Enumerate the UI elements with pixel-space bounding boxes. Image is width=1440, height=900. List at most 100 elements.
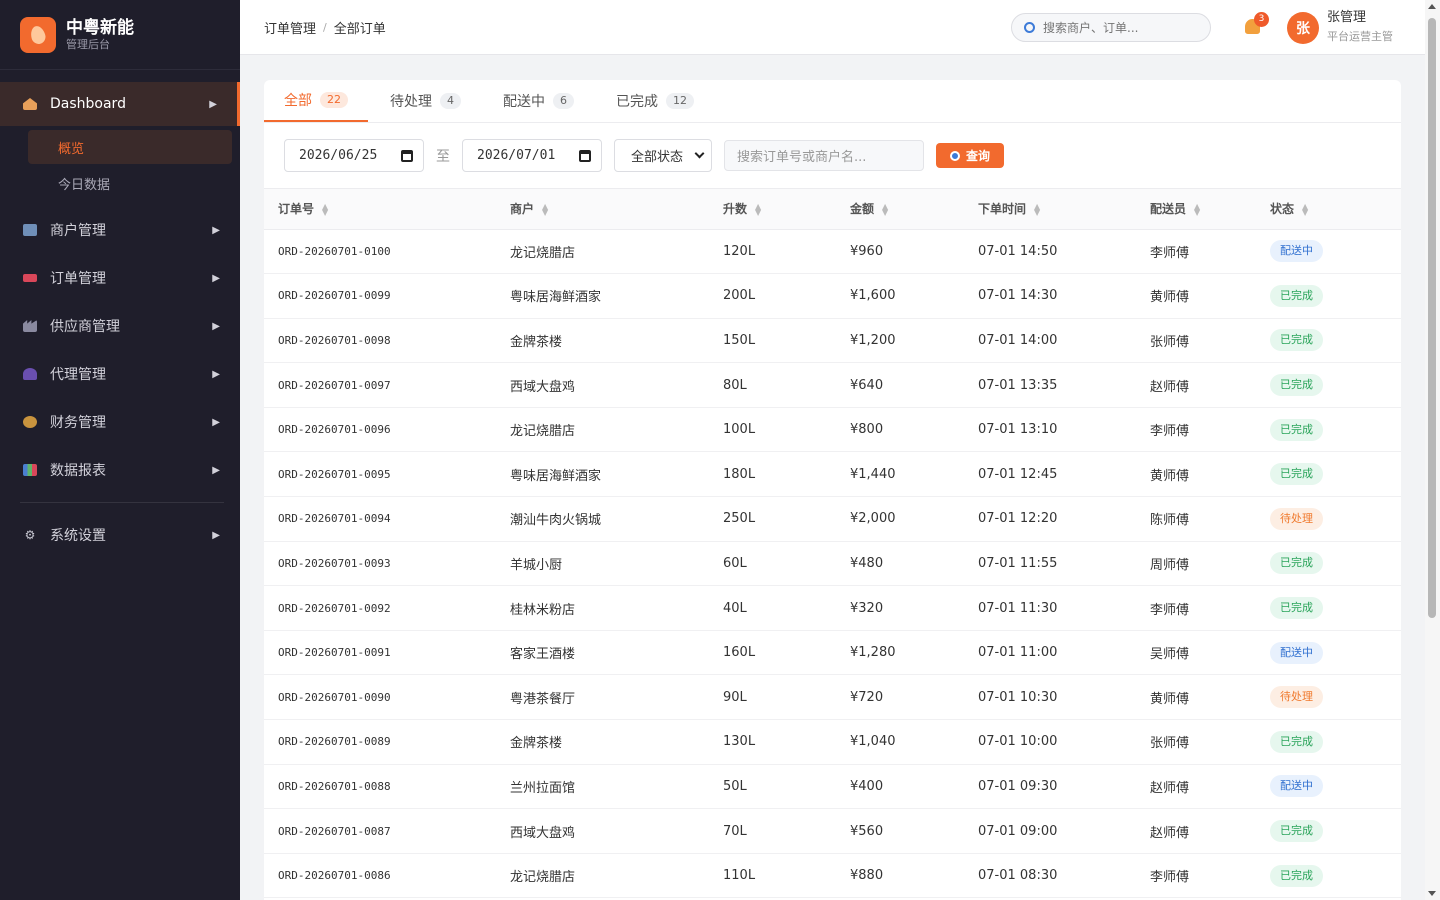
table-row[interactable]: ORD-20260701-0090 粤港茶餐厅 90L ¥720 07-01 10:30… xyxy=(264,675,1401,720)
sort-icon[interactable]: ▲ ▼ xyxy=(882,202,888,216)
col-amount-header[interactable]: 金额 ▲ ▼ xyxy=(836,189,964,229)
tab-completed[interactable]: 已完成 12 xyxy=(596,79,714,122)
sort-icon[interactable]: ▲ ▼ xyxy=(1302,202,1308,216)
calendar-icon[interactable] xyxy=(579,149,591,162)
status-badge: 已完成 xyxy=(1270,418,1323,441)
col-order-id-header[interactable]: 订单号 ▲ ▼ xyxy=(264,189,496,229)
notification-bell[interactable]: 3 xyxy=(1244,12,1269,36)
col-order-time-cell: 07-01 11:30 xyxy=(978,600,1058,616)
caret-right-icon: ▶ xyxy=(212,529,220,541)
tab-pending[interactable]: 待处理 4 xyxy=(370,79,481,122)
brand[interactable]: 中粤新能 管理后台 xyxy=(0,0,240,70)
col-merchant-cell: 龙记烧腊店 xyxy=(510,870,576,886)
col-merchant-cell: 潮汕牛肉火锅城 xyxy=(510,513,602,529)
global-search[interactable] xyxy=(1011,13,1211,42)
sidebar-subitem-overview[interactable]: 概览 xyxy=(28,130,232,164)
status-cell: 配送中 xyxy=(1256,229,1401,274)
table-row[interactable]: ORD-20260701-0086 龙记烧腊店 110L ¥880 07-01 08:3… xyxy=(264,853,1401,898)
page-scrollbar[interactable] xyxy=(1425,0,1440,900)
sidebar-divider xyxy=(20,502,224,503)
col-order-id-cell: ORD-20260701-0098 xyxy=(278,333,391,347)
col-amount-cell: ¥1,200 xyxy=(850,332,896,348)
sort-icon[interactable]: ▲ ▼ xyxy=(1034,202,1040,216)
scroll-thumb[interactable] xyxy=(1428,18,1436,618)
sort-icon[interactable]: ▲ ▼ xyxy=(1194,202,1200,216)
col-order-time-cell: 07-01 14:00 xyxy=(978,332,1058,348)
status-cell: 已完成 xyxy=(1256,318,1401,363)
col-liters-cell: 130L xyxy=(723,734,756,750)
col-amount-cell: ¥880 xyxy=(850,868,884,884)
col-courier-header[interactable]: 配送员 ▲ ▼ xyxy=(1136,189,1256,229)
table-row[interactable]: ORD-20260701-0091 客家王酒楼 160L ¥1,280 07-01 11… xyxy=(264,630,1401,675)
sidebar-item-settings[interactable]: ⚙ 系统设置 ▶ xyxy=(0,513,240,557)
sort-icon[interactable]: ▲ ▼ xyxy=(542,202,548,216)
table-row[interactable]: ORD-20260701-0095 粤味居海鲜酒家 180L ¥1,440 07-01 … xyxy=(264,452,1401,497)
col-amount-cell: ¥560 xyxy=(850,823,884,839)
col-courier-cell: 张师傅 xyxy=(1150,334,1190,350)
tab-all[interactable]: 全部 22 xyxy=(264,79,368,122)
col-order-time-header[interactable]: 下单时间 ▲ ▼ xyxy=(964,189,1136,229)
table-row[interactable]: ORD-20260701-0088 兰州拉面馆 50L ¥400 07-01 09:30… xyxy=(264,764,1401,809)
status-badge: 已完成 xyxy=(1270,284,1323,307)
sidebar-subitem-today[interactable]: 今日数据 xyxy=(28,166,232,200)
col-amount-cell: ¥720 xyxy=(850,689,884,705)
top-header: 订单管理 / 全部订单 3 张 张管理 平台运营主管 xyxy=(240,0,1425,55)
sidebar-item-reports[interactable]: 数据报表 ▶ xyxy=(0,448,240,492)
table-row[interactable]: ORD-20260701-0093 羊城小厨 60L ¥480 07-01 11:55 周… xyxy=(264,541,1401,586)
date-range-separator: 至 xyxy=(436,148,450,165)
col-amount-cell: ¥960 xyxy=(850,243,884,259)
status-badge: 已完成 xyxy=(1270,864,1323,887)
status-cell: 已完成 xyxy=(1256,853,1401,898)
col-order-time-cell: 07-01 14:50 xyxy=(978,243,1058,259)
table-row[interactable]: ORD-20260701-0097 西域大盘鸡 80L ¥640 07-01 13:35… xyxy=(264,363,1401,408)
sidebar-item-finance[interactable]: 财务管理 ▶ xyxy=(0,400,240,444)
table-row[interactable]: ORD-20260701-0092 桂林米粉店 40L ¥320 07-01 11:30… xyxy=(264,586,1401,631)
col-order-time-cell: 07-01 14:30 xyxy=(978,288,1058,304)
order-search-input[interactable]: 搜索订单号或商户名... xyxy=(724,140,924,171)
query-button[interactable]: 查询 xyxy=(936,143,1005,168)
col-order-id-cell: ORD-20260701-0086 xyxy=(278,869,391,883)
flame-logo-icon xyxy=(20,16,56,53)
status-cell: 已完成 xyxy=(1256,720,1401,765)
table-row[interactable]: ORD-20260701-0089 金牌茶楼 130L ¥1,040 07-01 10:… xyxy=(264,720,1401,765)
column-header-label: 金额 xyxy=(850,202,875,217)
sidebar-item-agents[interactable]: 代理管理 ▶ xyxy=(0,352,240,396)
col-liters-header[interactable]: 升数 ▲ ▼ xyxy=(709,189,836,229)
status-cell: 配送中 xyxy=(1256,630,1401,675)
col-liters-cell: 150L xyxy=(723,332,756,348)
scroll-up-arrow-icon[interactable] xyxy=(1428,4,1436,9)
sidebar-item-orders[interactable]: 订单管理 ▶ xyxy=(0,256,240,300)
table-row[interactable]: ORD-20260701-0100 龙记烧腊店 120L ¥960 07-01 14:5… xyxy=(264,229,1401,274)
avatar[interactable]: 张 xyxy=(1287,12,1319,44)
sidebar-item-label: 订单管理 xyxy=(50,271,106,287)
col-order-id-cell: ORD-20260701-0091 xyxy=(278,646,391,660)
table-row[interactable]: ORD-20260701-0087 西域大盘鸡 70L ¥560 07-01 09:00… xyxy=(264,809,1401,854)
status-select[interactable]: 全部状态 xyxy=(614,139,712,172)
user-info[interactable]: 张管理 平台运营主管 xyxy=(1327,10,1393,44)
table-row[interactable]: ORD-20260701-0099 粤味居海鲜酒家 200L ¥1,600 07-01 … xyxy=(264,274,1401,319)
status-badge: 配送中 xyxy=(1270,775,1323,798)
sidebar-item-suppliers[interactable]: 供应商管理 ▶ xyxy=(0,304,240,348)
table-row[interactable]: ORD-20260701-0096 龙记烧腊店 100L ¥800 07-01 13:1… xyxy=(264,407,1401,452)
scroll-down-arrow-icon[interactable] xyxy=(1428,891,1436,896)
sidebar-item-label: 系统设置 xyxy=(50,528,106,544)
tab-delivering[interactable]: 配送中 6 xyxy=(483,79,594,122)
col-courier-cell: 陈师傅 xyxy=(1150,513,1190,529)
table-row[interactable]: ORD-20260701-0098 金牌茶楼 150L ¥1,200 07-01 14:… xyxy=(264,318,1401,363)
sidebar-item-dashboard[interactable]: Dashboard ▶ xyxy=(0,82,240,126)
store-icon xyxy=(22,223,38,237)
status-cell: 已完成 xyxy=(1256,541,1401,586)
sort-icon[interactable]: ▲ ▼ xyxy=(755,202,761,216)
global-search-input[interactable] xyxy=(1043,20,1193,35)
date-to-input[interactable]: 2026/07/01 xyxy=(462,139,602,172)
date-from-input[interactable]: 2026/06/25 xyxy=(284,139,424,172)
sort-icon[interactable]: ▲ ▼ xyxy=(322,202,328,216)
table-row[interactable]: ORD-20260701-0094 潮汕牛肉火锅城 250L ¥2,000 07-01 … xyxy=(264,497,1401,542)
col-liters-cell: 120L xyxy=(723,243,756,259)
breadcrumb-item-orders[interactable]: 订单管理 xyxy=(264,18,316,37)
col-merchant-header[interactable]: 商户 ▲ ▼ xyxy=(496,189,709,229)
col-status-header[interactable]: 状态 ▲ ▼ xyxy=(1256,189,1401,229)
calendar-icon[interactable] xyxy=(401,149,413,162)
user-icon xyxy=(22,367,38,381)
sidebar-item-merchants[interactable]: 商户管理 ▶ xyxy=(0,208,240,252)
